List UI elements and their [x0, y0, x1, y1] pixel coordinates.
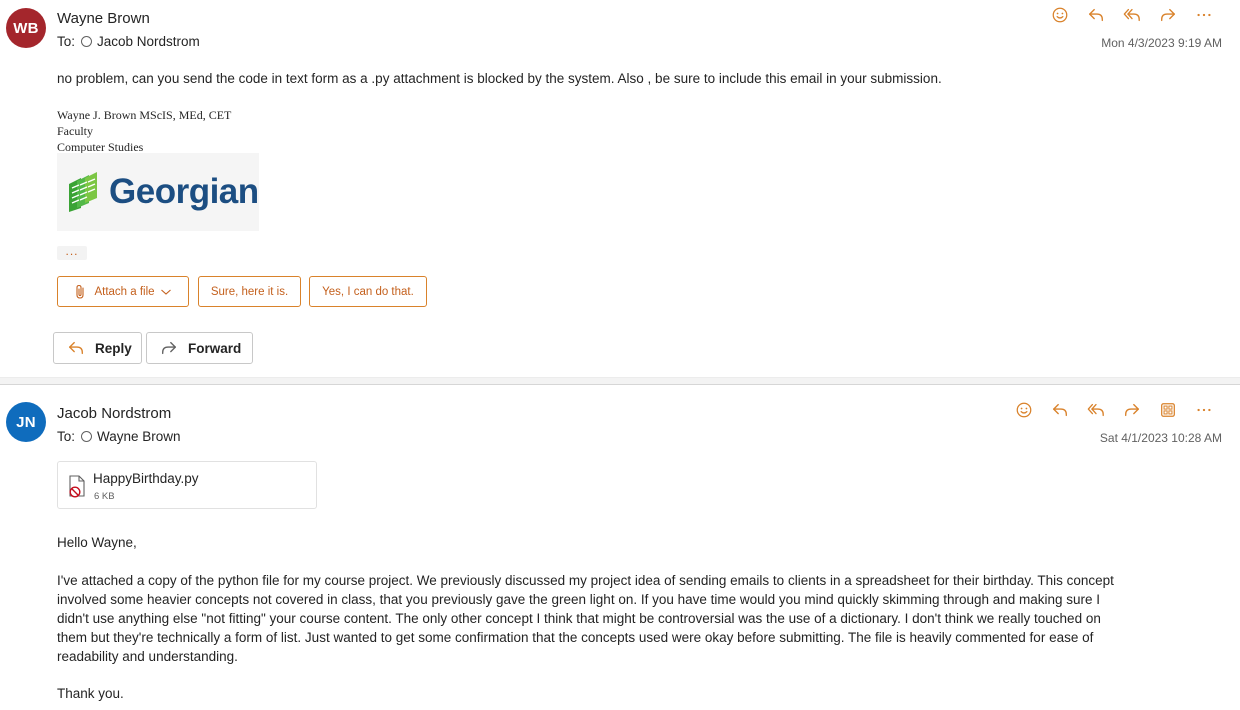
sender-name[interactable]: Wayne Brown: [57, 10, 150, 27]
georgian-logo-mark-icon: [69, 172, 97, 212]
more-icon[interactable]: [1186, 398, 1222, 422]
apps-icon[interactable]: [1150, 398, 1186, 422]
more-icon[interactable]: [1186, 3, 1222, 27]
recipient-line: To: Jacob Nordstrom: [57, 34, 200, 49]
message-actions: [1006, 398, 1222, 422]
smile-icon[interactable]: [1042, 3, 1078, 27]
message-divider: [0, 377, 1240, 385]
attachment-name: HappyBirthday.py: [93, 471, 199, 486]
chevron-down-icon: [160, 289, 171, 295]
show-trimmed-content-button[interactable]: ...: [57, 245, 87, 260]
body-line: involved some heavier concepts not cover…: [57, 592, 1101, 607]
reply-all-icon[interactable]: [1114, 3, 1150, 27]
recipient-name[interactable]: Jacob Nordstrom: [97, 34, 200, 49]
forward-label: Forward: [188, 340, 242, 356]
georgian-logo: Georgian: [57, 153, 259, 231]
message-date: Sat 4/1/2023 10:28 AM: [1099, 431, 1222, 445]
body-line: I've attached a copy of the python file …: [57, 573, 1114, 588]
attachment-size: 6 KB: [94, 491, 115, 502]
greeting: Hello Wayne,: [57, 535, 137, 550]
attach-file-label: Attach a file: [94, 285, 155, 298]
forward-button[interactable]: Forward: [146, 332, 253, 364]
closing: Thank you.: [57, 686, 124, 701]
recipient-name[interactable]: Wayne Brown: [97, 429, 181, 444]
message-wayne-brown: WB Wayne Brown To: Jacob Nordstrom Mon 4…: [0, 0, 1240, 377]
recipient-line: To: Wayne Brown: [57, 429, 181, 444]
smile-icon[interactable]: [1006, 398, 1042, 422]
body-line: didn't use anything else "not fitting" y…: [57, 611, 1101, 626]
signature-title: Faculty: [57, 124, 93, 138]
suggested-reply-yes[interactable]: Yes, I can do that.: [309, 276, 427, 307]
paperclip-icon: [76, 284, 85, 299]
to-label: To:: [57, 34, 76, 49]
message-actions: [1042, 3, 1222, 27]
logo-text: Georgian: [109, 172, 259, 211]
message-jacob-nordstrom: JN Jacob Nordstrom To: Wayne Brown Sat 4…: [0, 386, 1240, 710]
reply-icon[interactable]: [1078, 3, 1114, 27]
to-label: To:: [57, 429, 76, 444]
forward-icon[interactable]: [1114, 398, 1150, 422]
attach-file-button[interactable]: Attach a file: [57, 276, 189, 307]
reply-label: Reply: [95, 340, 132, 356]
message-date: Mon 4/3/2023 9:19 AM: [1101, 36, 1222, 50]
blocked-file-icon: [69, 475, 85, 498]
body-line: them but they're technically a form of l…: [57, 630, 1094, 645]
avatar[interactable]: JN: [6, 402, 46, 442]
message-body: no problem, can you send the code in tex…: [57, 71, 942, 86]
avatar[interactable]: WB: [6, 8, 46, 48]
body-line: readability and understanding.: [57, 649, 238, 664]
reply-all-icon[interactable]: [1078, 398, 1114, 422]
presence-icon: [81, 36, 93, 47]
sender-name[interactable]: Jacob Nordstrom: [57, 405, 171, 422]
suggested-reply-sure[interactable]: Sure, here it is.: [198, 276, 301, 307]
forward-icon: [162, 341, 176, 355]
reply-icon: [69, 341, 83, 355]
signature-name: Wayne J. Brown MScIS, MEd, CET: [57, 108, 232, 122]
presence-icon: [81, 431, 93, 442]
attachment-card[interactable]: HappyBirthday.py 6 KB: [57, 461, 317, 509]
reply-button[interactable]: Reply: [53, 332, 142, 364]
forward-icon[interactable]: [1150, 3, 1186, 27]
reply-icon[interactable]: [1042, 398, 1078, 422]
